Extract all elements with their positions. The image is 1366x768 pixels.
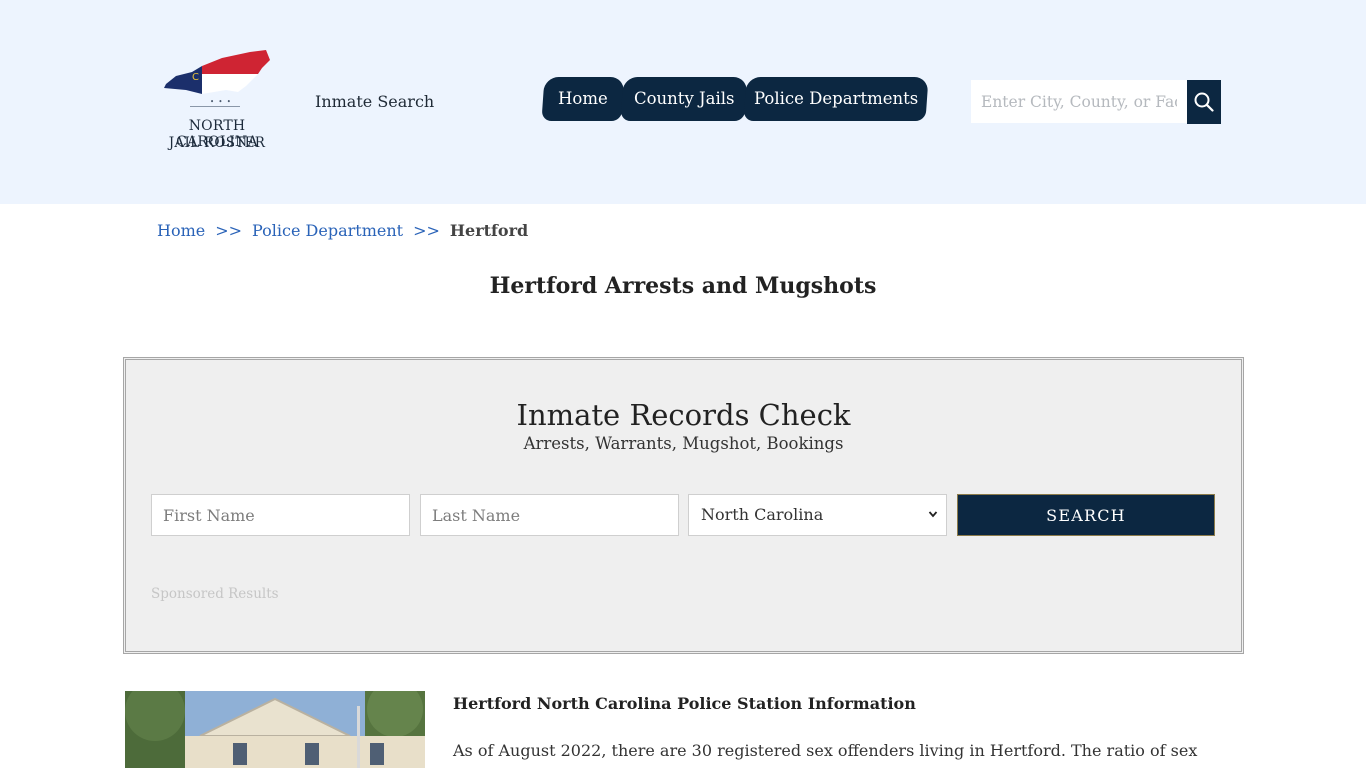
logo-dots: • • • <box>210 98 232 106</box>
nav-home[interactable]: Home <box>541 77 625 121</box>
search-icon <box>1194 92 1214 112</box>
sponsored-results-label: Sponsored Results <box>151 586 279 602</box>
police-station-info-text: As of August 2022, there are 30 register… <box>453 741 1198 760</box>
site-header: C • • • NORTH CAROLINA JAIL ROSTER Inmat… <box>0 0 1366 204</box>
breadcrumb-separator: >> <box>413 221 440 240</box>
page-title: Hertford Arrests and Mugshots <box>489 273 877 299</box>
nav-police-departments[interactable]: Police Departments <box>743 77 929 121</box>
breadcrumb-current: Hertford <box>449 221 529 240</box>
records-check-title: Inmate Records Check <box>516 398 851 432</box>
police-station-photo <box>125 691 425 768</box>
police-station-info-title: Hertford North Carolina Police Station I… <box>453 694 916 713</box>
site-logo[interactable]: C • • • NORTH CAROLINA JAIL ROSTER <box>146 44 288 154</box>
last-name-field[interactable] <box>420 494 679 536</box>
svg-text:C: C <box>192 72 199 83</box>
logo-divider <box>190 106 240 107</box>
breadcrumb-police-department[interactable]: Police Department <box>252 221 403 240</box>
location-search-input[interactable] <box>971 80 1187 123</box>
chevron-down-icon <box>928 495 938 551</box>
nav-county-jails-label: County Jails <box>633 89 735 108</box>
first-name-field[interactable] <box>151 494 410 536</box>
location-search-button[interactable] <box>1187 80 1221 124</box>
nav-county-jails[interactable]: County Jails <box>620 77 748 121</box>
nav-home-label: Home <box>558 89 608 108</box>
breadcrumb-separator: >> <box>215 221 243 240</box>
search-button[interactable]: SEARCH <box>957 494 1215 536</box>
inmate-search-link[interactable]: Inmate Search <box>315 92 434 111</box>
inmate-records-panel: Inmate Records Check Arrests, Warrants, … <box>123 357 1244 654</box>
records-check-subtitle: Arrests, Warrants, Mugshot, Bookings <box>523 434 844 453</box>
state-select[interactable]: North Carolina <box>688 494 947 536</box>
logo-text-line2: JAIL ROSTER <box>168 135 266 151</box>
state-select-value: North Carolina <box>701 505 824 524</box>
breadcrumb-home[interactable]: Home <box>157 221 205 240</box>
nav-police-departments-label: Police Departments <box>753 89 919 108</box>
breadcrumb: Home >> Police Department >> Hertford <box>157 221 528 240</box>
nc-map-logo-icon: C <box>164 50 270 94</box>
